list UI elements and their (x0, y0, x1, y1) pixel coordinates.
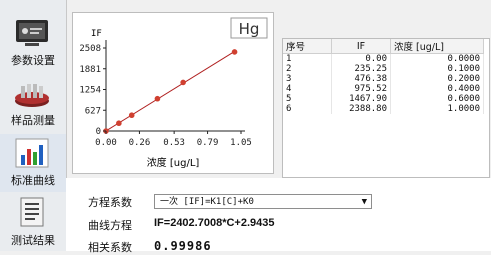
sidebar-item-label: 参数设置 (11, 54, 55, 67)
curve-equation-value: IF=2402.7008*C+2.9435 (154, 217, 275, 229)
cell-concentration: 1.0000 (390, 104, 484, 114)
data-point (154, 95, 161, 102)
fit-line (105, 50, 235, 132)
chevron-down-icon[interactable]: ▼ (362, 195, 367, 210)
y-tick-label: 1254 (79, 86, 101, 96)
column-header-if[interactable]: IF (331, 39, 391, 54)
cell-index: 4 (283, 84, 332, 94)
sidebar-item-parameter-settings[interactable]: 参数设置 (0, 14, 66, 72)
sidebar-item-label: 标准曲线 (11, 174, 55, 187)
x-tick-label: 0.53 (163, 138, 185, 148)
cell-index: 6 (283, 104, 332, 114)
data-point (128, 112, 135, 119)
table-row[interactable]: 4 975.52 0.4000 (283, 84, 484, 94)
y-tick-label: 0 (96, 127, 101, 137)
column-header-concentration[interactable]: 浓度 [ug/L] (390, 39, 484, 54)
table-row[interactable]: 3 476.38 0.2000 (283, 74, 484, 84)
report-icon (13, 196, 51, 230)
calibration-table-panel: 序号 IF 浓度 [ug/L] 1 0.00 0.0000 2 235.25 0… (282, 38, 490, 178)
x-tick-label: 0.79 (197, 138, 219, 148)
table-row[interactable]: 2 235.25 0.1000 (283, 64, 484, 74)
table-row[interactable]: 5 1467.90 0.6000 (283, 94, 484, 104)
cell-index: 3 (283, 74, 332, 84)
bar-chart-icon (13, 136, 51, 170)
y-axis-label: IF (91, 29, 102, 39)
cell-concentration: 0.4000 (390, 84, 484, 94)
cell-index: 1 (283, 53, 332, 64)
x-tick-label: 1.05 (230, 138, 252, 148)
cell-concentration: 0.1000 (390, 64, 484, 74)
data-point (116, 120, 122, 127)
y-tick-label: 1881 (79, 65, 101, 75)
sidebar: 参数设置 样品测量 标准曲线 测试结果 (0, 0, 67, 251)
sidebar-item-test-results[interactable]: 测试结果 (0, 194, 66, 252)
sidebar-item-sample-measurement[interactable]: 样品测量 (0, 74, 66, 132)
data-point (231, 49, 238, 55)
cell-index: 2 (283, 64, 332, 74)
equation-type-label: 方程系数 (88, 196, 132, 209)
cell-if: 975.52 (331, 84, 391, 94)
cell-concentration: 0.0000 (390, 53, 484, 64)
x-tick-label: 0.26 (129, 138, 151, 148)
table-row[interactable]: 6 2388.80 1.0000 (283, 104, 484, 114)
calibration-chart-panel: 2508 1881 1254 627 0 0.00 0.26 0.53 0.79 1.05 IF … (72, 12, 274, 174)
calibration-chart: 25081881125462700.00 0.26 0.53 0.79 1.05 IF … (79, 17, 268, 169)
cell-if: 2388.80 (331, 104, 391, 114)
sidebar-item-label: 测试结果 (11, 234, 55, 247)
sample-tray-icon (13, 76, 51, 110)
equation-panel: 方程系数 一次 [IF]=K1[C]+K0 ▼ 曲线方程 IF=2402.700… (66, 178, 491, 254)
sidebar-item-label: 样品测量 (11, 114, 55, 127)
equation-type-value: 一次 [IF]=K1[C]+K0 (160, 197, 254, 207)
calibration-table: 序号 IF 浓度 [ug/L] 1 0.00 0.0000 2 235.25 0… (283, 39, 484, 114)
sidebar-item-standard-curve[interactable]: 标准曲线 (0, 134, 66, 192)
cell-if: 0.00 (331, 53, 391, 64)
cell-if: 476.38 (331, 74, 391, 84)
table-row[interactable]: 1 0.00 0.0000 (283, 53, 484, 64)
x-tick-label: 0.00 (95, 138, 117, 148)
data-point (180, 79, 186, 86)
table-header-row: 序号 IF 浓度 [ug/L] (283, 39, 484, 54)
curve-equation-label: 曲线方程 (88, 219, 132, 232)
x-axis-label: 浓度 [ug/L] (147, 156, 200, 169)
cell-concentration: 0.6000 (390, 94, 484, 104)
monitor-icon (13, 16, 51, 50)
y-tick-label: 627 (85, 106, 101, 116)
y-tick-label: 2508 (79, 44, 101, 54)
cell-index: 5 (283, 94, 332, 104)
correlation-coefficient-label: 相关系数 (88, 241, 132, 254)
column-header-index[interactable]: 序号 (283, 39, 332, 54)
equation-type-select[interactable]: 一次 [IF]=K1[C]+K0 ▼ (154, 194, 372, 209)
cell-if: 1467.90 (331, 94, 391, 104)
cell-concentration: 0.2000 (390, 74, 484, 84)
cell-if: 235.25 (331, 64, 391, 74)
element-label: Hg (239, 20, 260, 38)
